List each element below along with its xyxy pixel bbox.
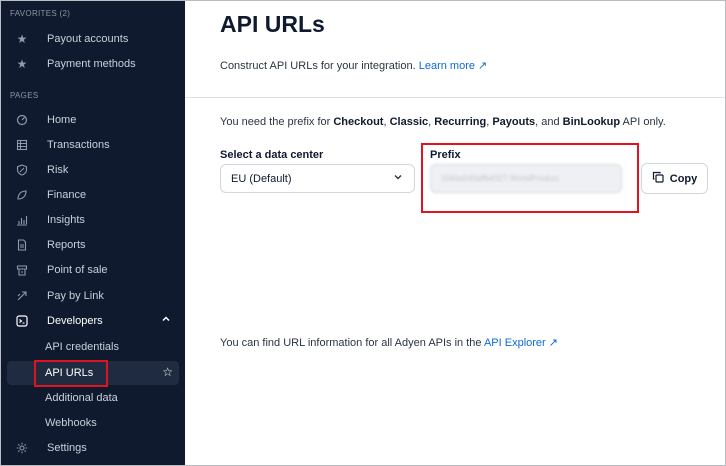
finance-icon: [9, 189, 35, 201]
page-description: Construct API URLs for your integration.…: [220, 60, 488, 72]
prefix-note: You need the prefix for Checkout, Classi…: [220, 116, 666, 128]
sidebar-item-transactions[interactable]: Transactions: [7, 133, 179, 157]
divider: [185, 97, 725, 98]
sidebar-item-pay-by-link[interactable]: Pay by Link: [7, 284, 179, 308]
external-link-icon: ↗: [548, 337, 558, 349]
shield-icon: [9, 164, 35, 176]
sidebar-item-payment-methods[interactable]: ★ Payment methods: [7, 52, 179, 76]
gear-icon: [9, 442, 35, 454]
copy-icon: [652, 171, 664, 186]
sidebar-item-payout-accounts[interactable]: ★ Payout accounts: [7, 27, 179, 51]
transactions-icon: [9, 139, 35, 151]
sidebar-item-api-credentials[interactable]: API credentials: [7, 335, 179, 359]
sidebar-item-reports[interactable]: Reports: [7, 233, 179, 257]
learn-more-link[interactable]: Learn more ↗: [419, 60, 488, 72]
sidebar-item-home[interactable]: Home: [7, 108, 179, 132]
copy-button[interactable]: Copy: [641, 163, 708, 194]
app-window: FAVORITES (2) ★ Payout accounts ★ Paymen…: [0, 0, 726, 466]
sidebar: FAVORITES (2) ★ Payout accounts ★ Paymen…: [1, 1, 185, 465]
chevron-up-icon[interactable]: [161, 314, 171, 327]
document-icon: [9, 239, 35, 251]
annotation-highlight-api-urls: [34, 360, 108, 387]
data-center-select[interactable]: EU (Default): [220, 164, 415, 193]
sidebar-item-webhooks[interactable]: Webhooks: [7, 411, 179, 435]
main-content: API URLs Construct API URLs for your int…: [185, 1, 725, 465]
star-icon: ★: [16, 32, 28, 46]
sidebar-item-finance[interactable]: Finance: [7, 183, 179, 207]
sidebar-item-settings[interactable]: Settings: [7, 436, 179, 460]
api-explorer-link[interactable]: API Explorer ↗: [484, 337, 558, 349]
home-icon: [9, 114, 35, 126]
sidebar-item-point-of-sale[interactable]: Point of sale: [7, 258, 179, 282]
favorites-heading: FAVORITES (2): [10, 9, 71, 18]
link-icon: [9, 290, 35, 302]
star-icon: ★: [16, 57, 28, 71]
api-explorer-note: You can find URL information for all Ady…: [220, 337, 558, 349]
sidebar-item-insights[interactable]: Insights: [7, 208, 179, 232]
chart-icon: [9, 214, 35, 226]
favorite-star-icon[interactable]: ☆: [162, 365, 173, 379]
sidebar-item-additional-data[interactable]: Additional data: [7, 386, 179, 410]
sidebar-item-risk[interactable]: Risk: [7, 158, 179, 182]
external-link-icon: ↗: [478, 60, 488, 72]
terminal-icon: [9, 264, 35, 276]
page-title: API URLs: [220, 11, 325, 37]
pages-heading: PAGES: [10, 91, 39, 100]
terminal-prompt-icon: [9, 315, 35, 327]
annotation-highlight-prefix: [421, 143, 639, 213]
data-center-label: Select a data center: [220, 149, 324, 161]
sidebar-item-developers[interactable]: Developers: [7, 309, 179, 333]
chevron-down-icon: [392, 171, 404, 186]
